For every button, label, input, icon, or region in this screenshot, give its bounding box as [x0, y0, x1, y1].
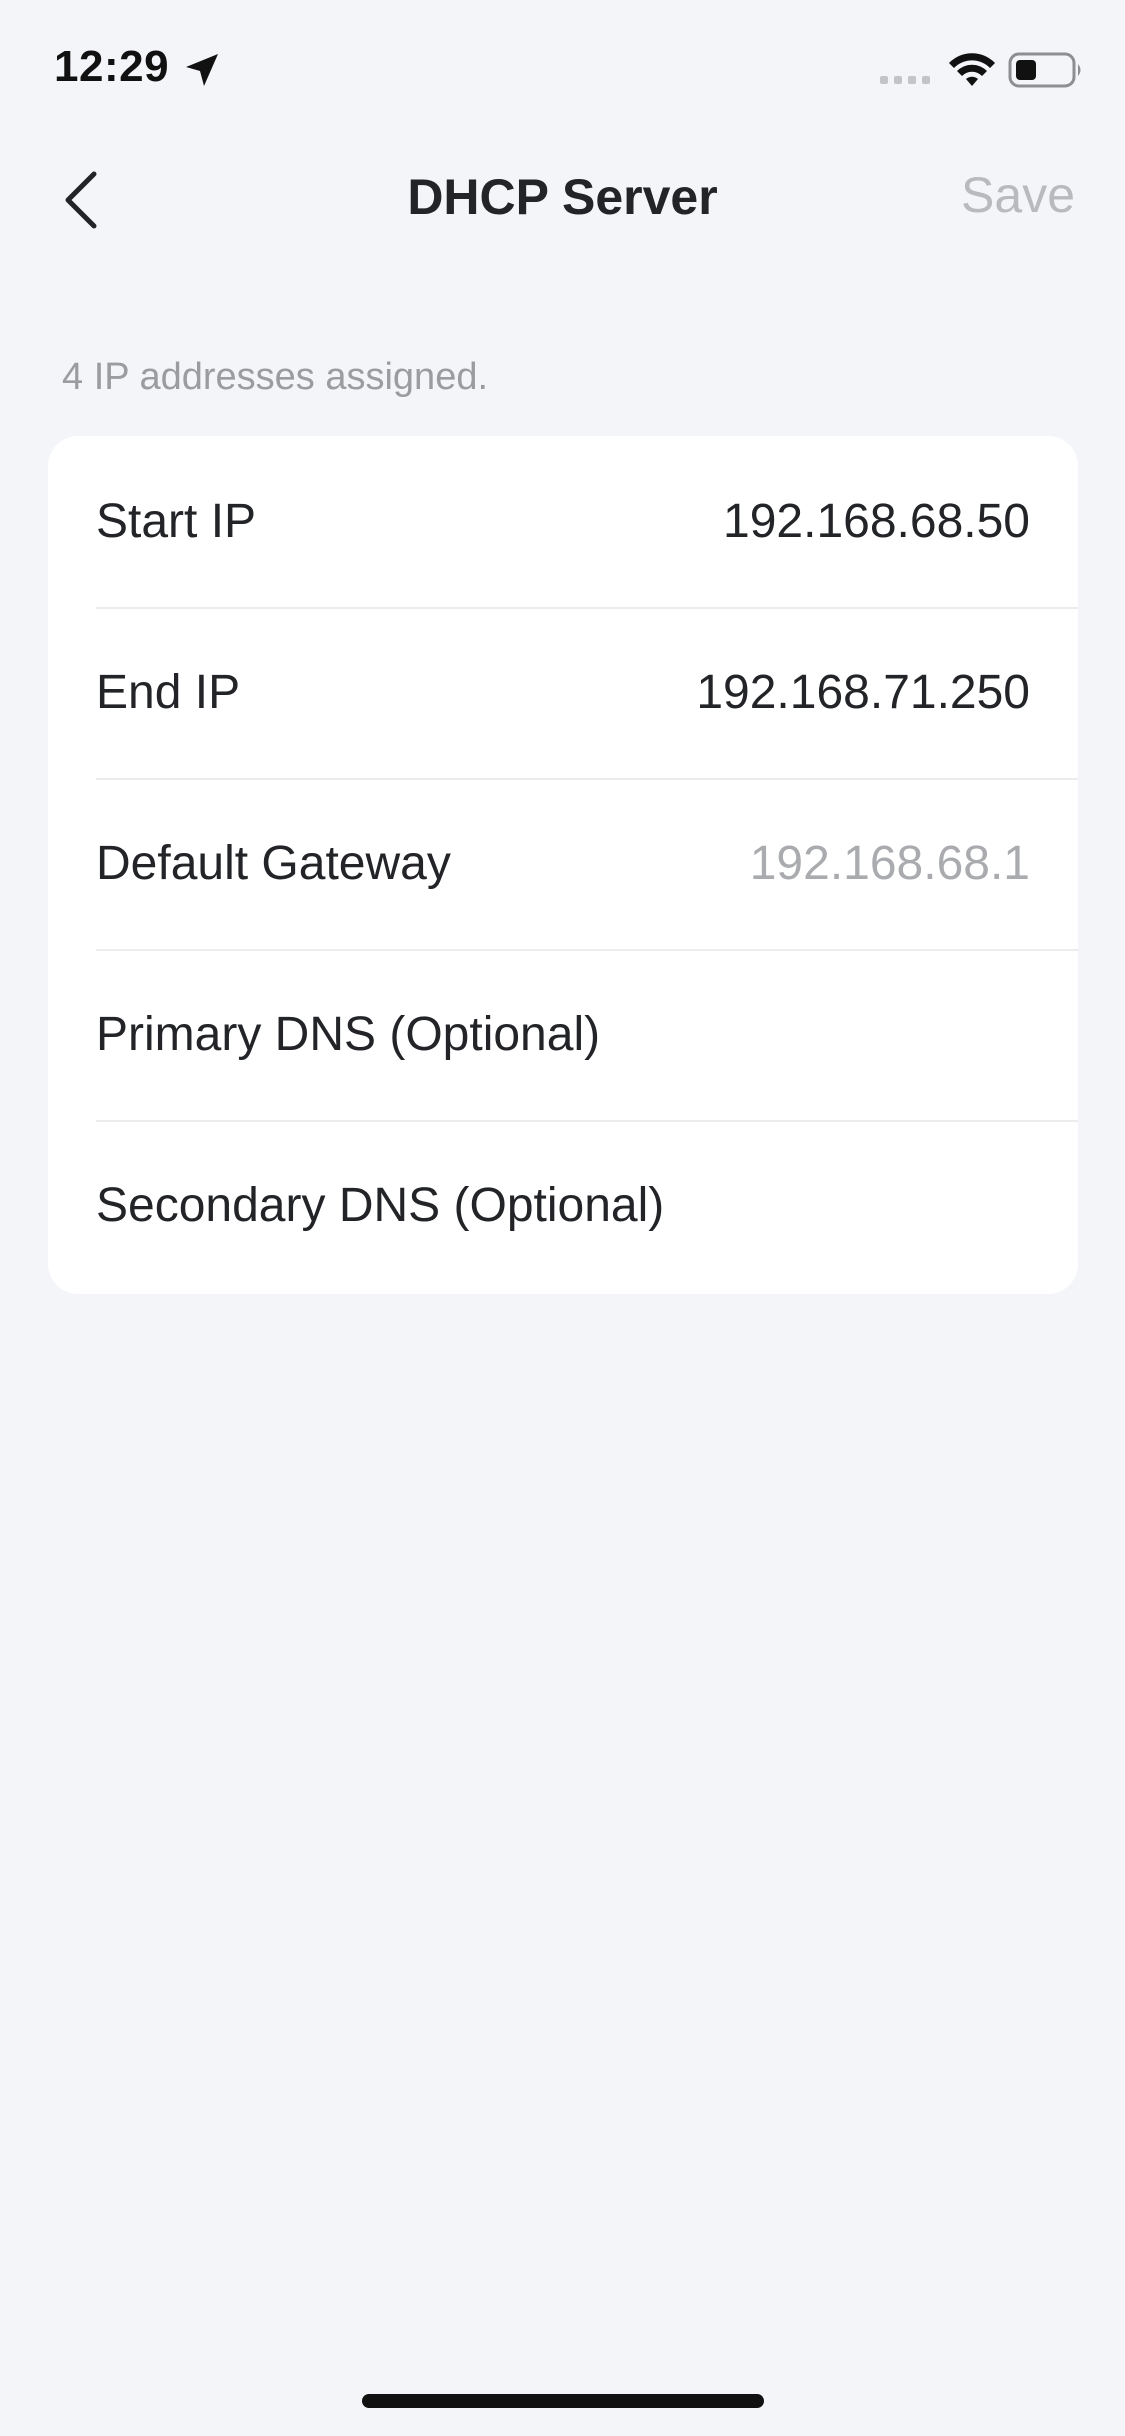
end-ip-label: End IP: [96, 666, 241, 719]
status-bar: 12:29: [0, 0, 1125, 140]
cellular-signal-icon: [880, 76, 930, 84]
primary-dns-row[interactable]: Primary DNS (Optional): [48, 949, 1078, 1120]
default-gateway-value: 192.168.68.1: [749, 837, 1030, 890]
start-ip-row[interactable]: Start IP 192.168.68.50: [48, 436, 1078, 607]
home-indicator: [362, 2394, 764, 2408]
primary-dns-label: Primary DNS (Optional): [96, 1008, 601, 1061]
battery-icon: [1008, 52, 1081, 88]
page-title: DHCP Server: [407, 169, 718, 225]
status-time: 12:29: [54, 42, 170, 91]
start-ip-value[interactable]: 192.168.68.50: [723, 436, 1030, 607]
start-ip-label: Start IP: [96, 495, 257, 548]
end-ip-value[interactable]: 192.168.71.250: [696, 607, 1030, 778]
secondary-dns-label: Secondary DNS (Optional): [96, 1179, 665, 1232]
default-gateway-row: Default Gateway 192.168.68.1: [48, 778, 1078, 949]
save-button[interactable]: Save: [961, 166, 1075, 224]
location-arrow-icon: [186, 54, 218, 86]
wifi-icon: [949, 53, 995, 86]
secondary-dns-row[interactable]: Secondary DNS (Optional): [48, 1120, 1078, 1291]
default-gateway-label: Default Gateway: [96, 837, 451, 890]
ip-assigned-caption: 4 IP addresses assigned.: [62, 356, 489, 398]
end-ip-row[interactable]: End IP 192.168.71.250: [48, 607, 1078, 778]
nav-bar: DHCP Server Save: [0, 140, 1125, 260]
dhcp-settings-card: Start IP 192.168.68.50 End IP 192.168.71…: [48, 436, 1078, 1294]
